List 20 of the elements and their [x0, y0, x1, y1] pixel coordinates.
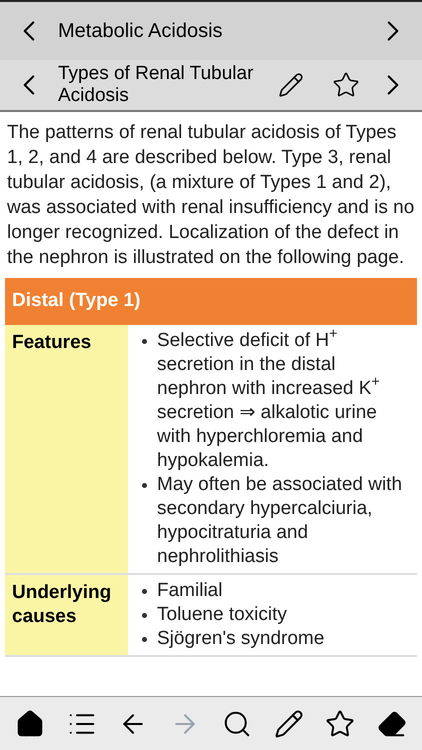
bullet-text: Toluene toxicity [157, 602, 287, 626]
bullet-icon [142, 338, 147, 344]
topic-title: Types of Renal Tubular Acidosis [58, 63, 254, 107]
bullet-text: Selective deficit of H$^{+}$ secretion in the distal nephron with increased K$^{+}$ secretion ⇒ alkalotic urine with hyperchloremia and hypokalemia. [157, 328, 381, 472]
bullet-text: Sjögren's syndrome [157, 626, 324, 650]
bullet-icon [142, 612, 147, 618]
pencil-icon[interactable] [278, 72, 304, 98]
star-icon[interactable] [325, 708, 356, 738]
bullet-icon [142, 588, 147, 594]
bullet-text: May often be associated with secondary hypercalciuria, hypocitraturia and nephrolithiasis [157, 472, 404, 568]
section-header: Distal (Type 1) [5, 278, 417, 324]
pencil-icon[interactable] [274, 708, 304, 738]
bullet-text: Familial [157, 578, 222, 602]
row-label: Underlying causes [5, 574, 128, 654]
bullet-icon [142, 482, 147, 488]
row-label: Features [5, 324, 128, 572]
bullet-icon [142, 636, 147, 642]
intro-paragraph: The patterns of renal tubular acidosis of Types 1, 2, and 4 are described below. Type 3, renal tubular acidosis, (a mixture of Types 1 and 2), was associated with renal insufficiency and is no longer recognized. Localization of the defect in the nephron is illustrated on the following page. [6, 121, 416, 270]
nav-title: Metabolic Acidosis [58, 19, 224, 44]
star-icon[interactable] [332, 71, 360, 99]
